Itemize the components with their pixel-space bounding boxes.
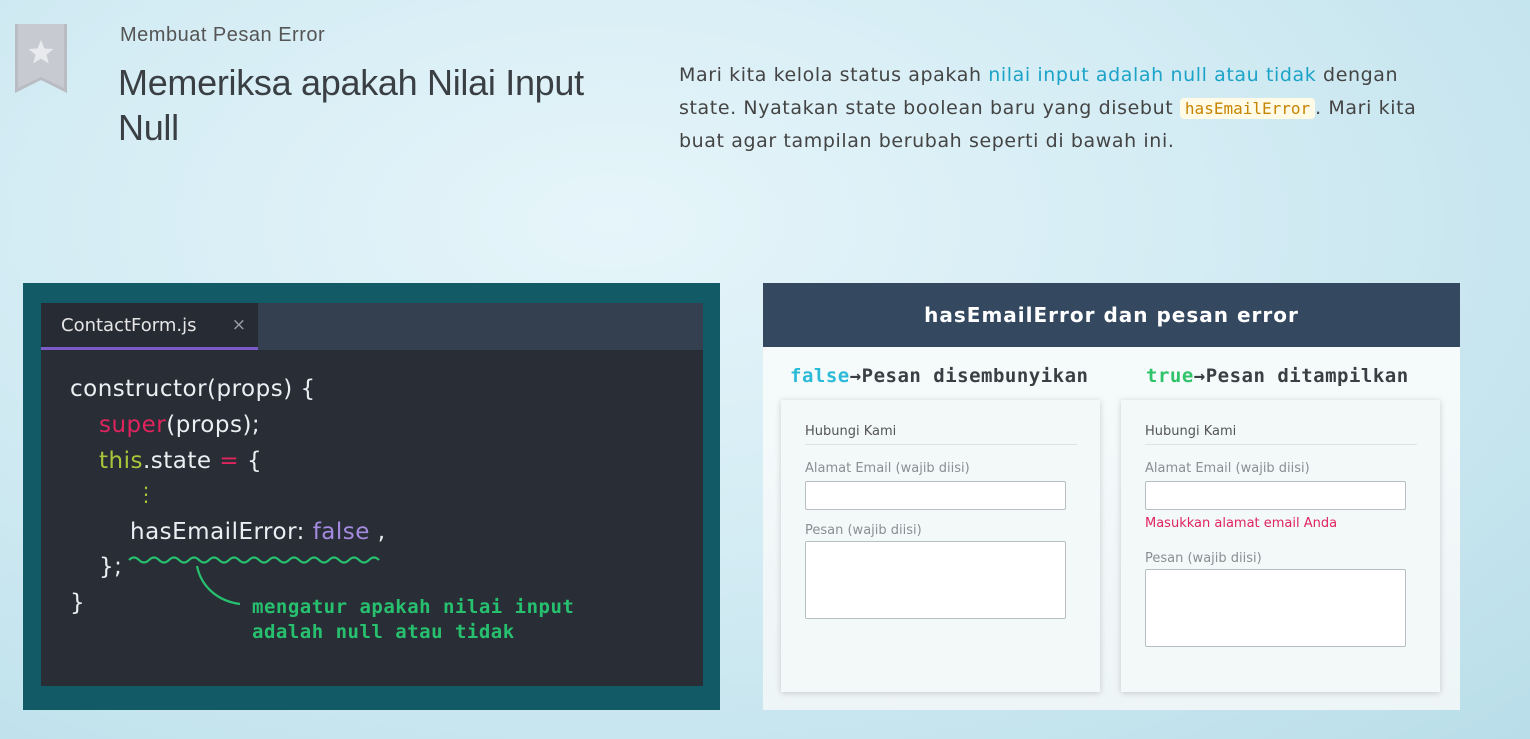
code-line-6: }; — [99, 554, 123, 580]
email-label: Alamat Email (wajib diisi) — [805, 461, 970, 476]
ellipsis-vertical: ⋮ — [136, 482, 157, 506]
code-text: .state — [142, 448, 220, 474]
form-title: Hubungi Kami — [1145, 424, 1417, 445]
case-false-label: false→Pesan disembunyikan — [790, 365, 1089, 387]
annotation-line-1: mengatur apakah nilai input — [252, 596, 575, 618]
form-card-hidden-error: Hubungi Kami Alamat Email (wajib diisi) … — [781, 400, 1100, 692]
state-key: hasEmailError: — [130, 519, 313, 545]
description-part1: Mari kita kelola status apakah — [679, 64, 989, 86]
code-illustration: ContactForm.js × constructor(props) { su… — [23, 283, 720, 710]
message-field[interactable] — [805, 541, 1066, 619]
keyword-this: this — [99, 448, 143, 474]
code-text: { — [239, 448, 263, 474]
operator: = — [219, 448, 240, 474]
flag-false: false — [790, 365, 850, 387]
form-title: Hubungi Kami — [805, 424, 1077, 445]
tab-filename: ContactForm.js — [61, 314, 197, 336]
code-line-2: super(props); — [99, 412, 260, 438]
arrow-right-icon: → — [849, 365, 862, 387]
flag-true: true — [1146, 365, 1194, 387]
error-message: Masukkan alamat email Anda — [1145, 516, 1338, 531]
case-true-label: true→Pesan ditampilkan — [1146, 365, 1409, 387]
close-icon[interactable]: × — [232, 315, 246, 335]
editor-tab[interactable]: ContactForm.js × — [41, 303, 258, 350]
code-text: (props); — [166, 412, 261, 438]
page-title: Memeriksa apakah Nilai Input Null — [118, 62, 584, 148]
email-field[interactable] — [805, 481, 1066, 510]
annotation-text: mengatur apakah nilai input adalah null … — [252, 595, 574, 645]
email-field[interactable] — [1145, 481, 1406, 510]
keyword-super: super — [99, 412, 167, 438]
message-label: Pesan (wajib diisi) — [805, 523, 922, 538]
message-field[interactable] — [1145, 569, 1406, 647]
description-text: Mari kita kelola status apakah nilai inp… — [679, 59, 1439, 158]
code-line-5: hasEmailError: false , — [130, 519, 386, 545]
boolean-value: false — [312, 519, 370, 545]
email-label: Alamat Email (wajib diisi) — [1145, 461, 1310, 476]
form-state-diagram: hasEmailError dan pesan error false→Pesa… — [763, 283, 1460, 710]
case-text: Pesan ditampilkan — [1205, 365, 1409, 387]
editor-tabbar: ContactForm.js × — [41, 303, 703, 350]
code-line-7: } — [70, 590, 86, 616]
inline-code: hasEmailError — [1179, 98, 1316, 119]
annotation-line-2: adalah null atau tidak — [252, 621, 515, 643]
section-subtitle: Membuat Pesan Error — [120, 24, 326, 46]
message-label: Pesan (wajib diisi) — [1145, 551, 1262, 566]
description-link[interactable]: nilai input adalah null atau tidak — [988, 64, 1316, 86]
code-line-1: constructor(props) { — [70, 376, 316, 402]
code-line-3: this.state = { — [99, 448, 262, 474]
diagram-header: hasEmailError dan pesan error — [763, 283, 1460, 347]
form-card-shown-error: Hubungi Kami Alamat Email (wajib diisi) … — [1121, 400, 1440, 692]
code-editor: ContactForm.js × constructor(props) { su… — [41, 303, 703, 686]
arrow-right-icon: → — [1193, 365, 1206, 387]
code-text: , — [369, 519, 386, 545]
case-text: Pesan disembunyikan — [861, 365, 1089, 387]
bookmark-star-icon[interactable] — [15, 24, 67, 93]
